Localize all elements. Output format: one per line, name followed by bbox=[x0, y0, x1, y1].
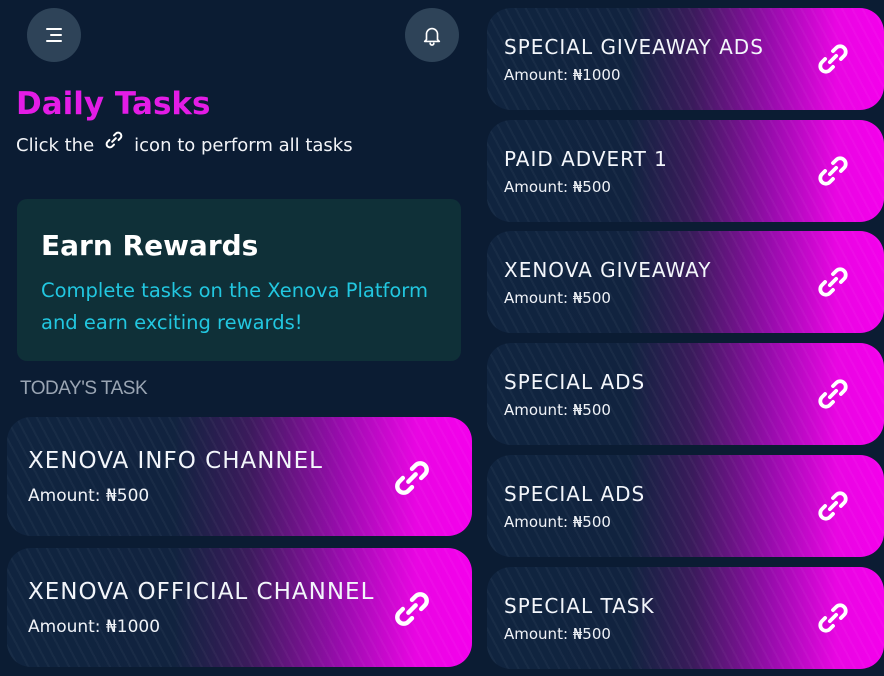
task-link-button[interactable] bbox=[814, 487, 852, 525]
task-name: SPECIAL ADS bbox=[504, 370, 646, 394]
task-name: PAID ADVERT 1 bbox=[504, 147, 668, 171]
task-card[interactable]: XENOVA GIVEAWAY Amount: ₦500 bbox=[487, 231, 884, 333]
task-card[interactable]: SPECIAL TASK Amount: ₦500 bbox=[487, 567, 884, 669]
task-card[interactable]: SPECIAL GIVEAWAY ADS Amount: ₦1000 bbox=[487, 8, 884, 110]
link-icon bbox=[818, 379, 848, 409]
task-amount: Amount: ₦500 bbox=[504, 178, 611, 196]
task-amount: Amount: ₦500 bbox=[504, 625, 611, 643]
link-icon bbox=[395, 592, 429, 626]
task-link-button[interactable] bbox=[814, 599, 852, 637]
task-card[interactable]: PAID ADVERT 1 Amount: ₦500 bbox=[487, 120, 884, 222]
task-link-button[interactable] bbox=[814, 263, 852, 301]
task-amount: Amount: ₦1000 bbox=[28, 617, 161, 637]
notifications-button[interactable] bbox=[405, 8, 459, 62]
task-name: SPECIAL TASK bbox=[504, 594, 655, 618]
link-icon bbox=[818, 156, 848, 186]
task-amount: Amount: ₦500 bbox=[504, 401, 611, 419]
task-name: SPECIAL GIVEAWAY ADS bbox=[504, 35, 764, 59]
task-amount: Amount: ₦1000 bbox=[504, 66, 621, 84]
task-name: SPECIAL ADS bbox=[504, 482, 646, 506]
link-icon bbox=[818, 44, 848, 74]
menu-button[interactable] bbox=[27, 8, 81, 62]
task-name: XENOVA GIVEAWAY bbox=[504, 258, 712, 282]
link-icon bbox=[818, 267, 848, 297]
earn-rewards-description: Complete tasks on the Xenova Platform an… bbox=[41, 279, 428, 334]
task-link-button[interactable] bbox=[390, 456, 434, 500]
task-card[interactable]: SPECIAL ADS Amount: ₦500 bbox=[487, 455, 884, 557]
task-name: XENOVA INFO CHANNEL bbox=[28, 448, 323, 474]
page-title: Daily Tasks bbox=[16, 86, 211, 122]
task-link-button[interactable] bbox=[814, 40, 852, 78]
earn-rewards-title: Earn Rewards bbox=[41, 229, 259, 262]
earn-rewards-card: Earn Rewards Complete tasks on the Xenov… bbox=[17, 199, 461, 361]
task-amount: Amount: ₦500 bbox=[28, 486, 150, 506]
link-icon bbox=[395, 461, 429, 495]
task-amount: Amount: ₦500 bbox=[504, 513, 611, 531]
subtitle-text-start: Click the bbox=[16, 134, 95, 156]
task-link-button[interactable] bbox=[814, 152, 852, 190]
link-icon bbox=[103, 129, 125, 151]
task-card[interactable]: XENOVA OFFICIAL CHANNEL Amount: ₦1000 bbox=[7, 548, 472, 667]
bell-icon bbox=[423, 27, 441, 46]
page-subtitle: Click the icon to perform all tasks bbox=[16, 131, 353, 156]
task-name: XENOVA OFFICIAL CHANNEL bbox=[28, 579, 375, 605]
task-amount: Amount: ₦500 bbox=[504, 289, 611, 307]
task-card[interactable]: XENOVA INFO CHANNEL Amount: ₦500 bbox=[7, 417, 472, 536]
link-icon bbox=[818, 491, 848, 521]
menu-icon bbox=[46, 28, 62, 42]
subtitle-text-end: icon to perform all tasks bbox=[134, 134, 353, 156]
task-link-button[interactable] bbox=[390, 587, 434, 631]
task-link-button[interactable] bbox=[814, 375, 852, 413]
link-icon bbox=[818, 603, 848, 633]
todays-task-label: TODAY'S TASK bbox=[20, 378, 148, 399]
task-card[interactable]: SPECIAL ADS Amount: ₦500 bbox=[487, 343, 884, 445]
